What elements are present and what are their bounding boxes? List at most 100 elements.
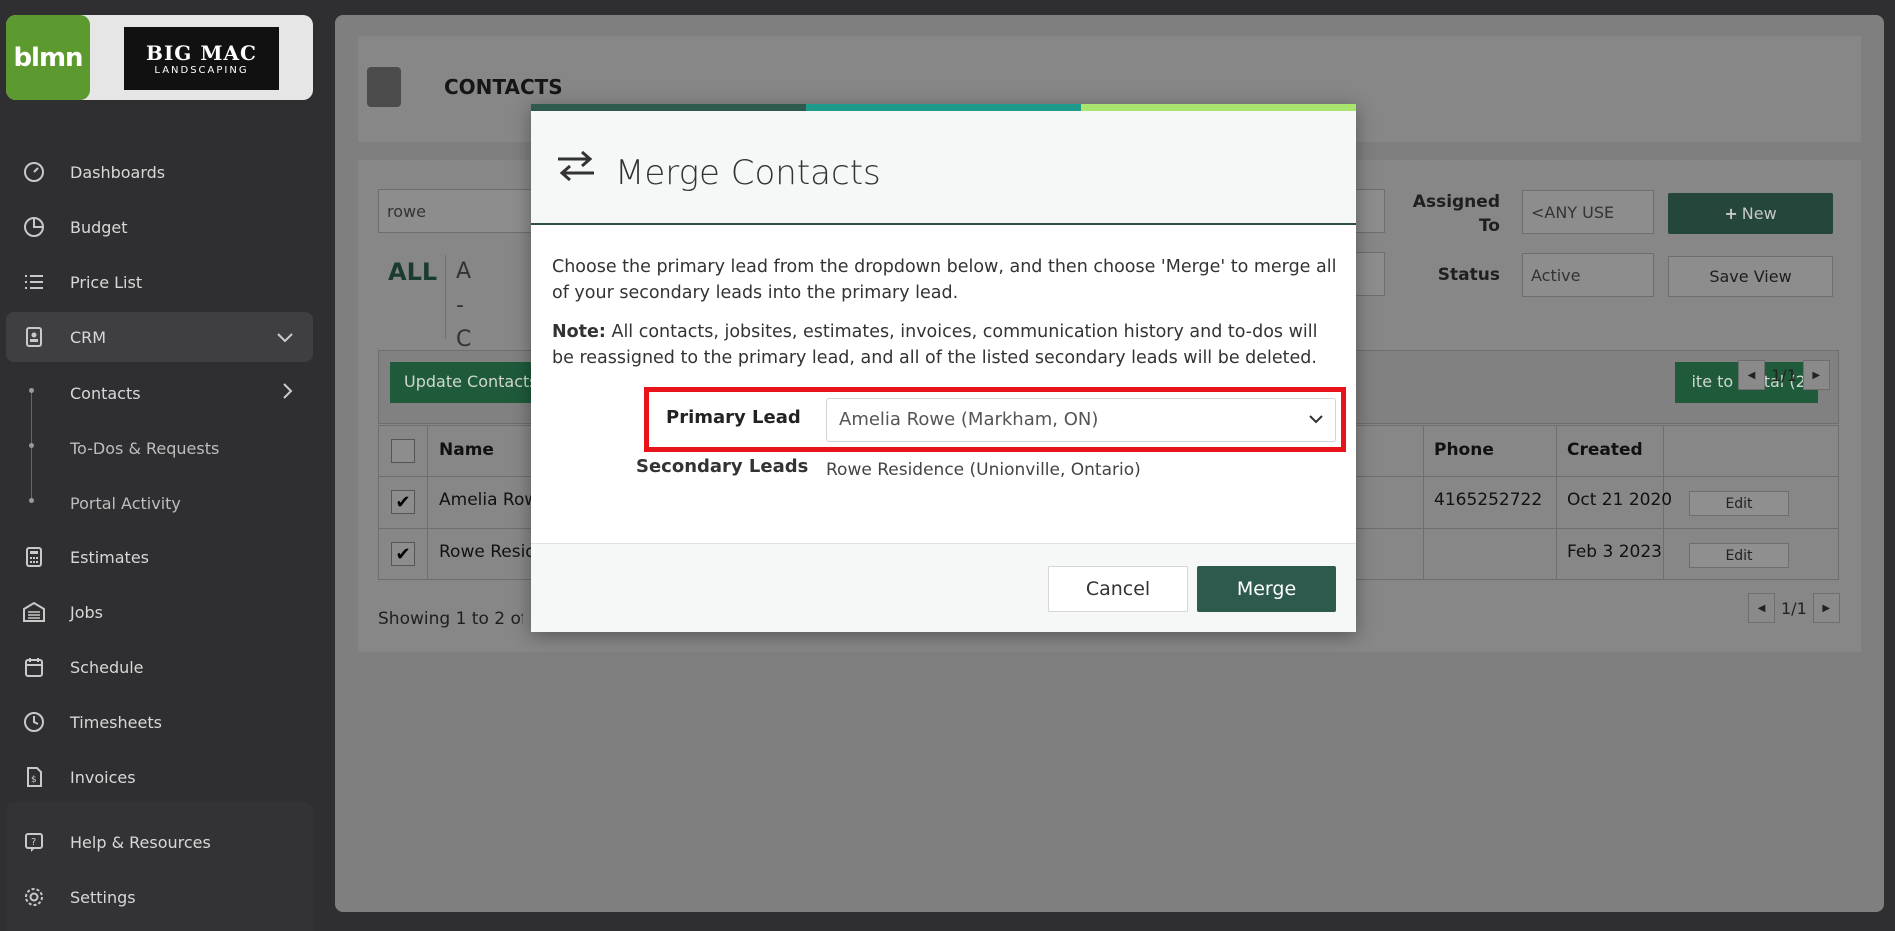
sidebar-item-crm[interactable]: CRM	[6, 312, 313, 362]
modal-header: Merge Contacts	[531, 111, 1356, 225]
chevron-down-icon	[1309, 409, 1323, 428]
next-page-button[interactable]: ▶	[1812, 593, 1840, 623]
primary-lead-label: Primary Lead	[666, 407, 801, 428]
note-text: All contacts, jobsites, estimates, invoi…	[552, 322, 1318, 368]
row-checkbox[interactable]: ✔	[391, 490, 415, 514]
cancel-button[interactable]: Cancel	[1048, 566, 1188, 612]
sidebar-item-estimates[interactable]: Estimates	[6, 532, 313, 582]
app-logo[interactable]: blmn	[6, 15, 90, 100]
sidebar-item-contacts[interactable]: Contacts	[6, 368, 313, 418]
edit-button[interactable]: Edit	[1689, 543, 1789, 568]
merge-button[interactable]: Merge	[1197, 566, 1336, 612]
column-divider	[427, 426, 428, 579]
column-header-name[interactable]: Name	[429, 426, 504, 476]
chevron-down-icon	[277, 328, 293, 347]
sidebar-item-jobs[interactable]: Jobs	[6, 587, 313, 637]
showing-count: Showing 1 to 2 of 2	[378, 609, 523, 629]
pager-text: 1/1	[1781, 598, 1807, 618]
pager-text: 1/1	[1771, 365, 1797, 385]
sidebar-item-dashboards[interactable]: Dashboards	[6, 147, 313, 197]
calendar-icon	[21, 654, 47, 680]
sidebar-item-settings[interactable]: Settings	[6, 872, 313, 922]
sidebar-item-portal-activity[interactable]: Portal Activity	[6, 478, 313, 528]
primary-lead-select[interactable]: Amelia Rowe (Markham, ON)	[826, 398, 1336, 442]
sidebar-item-budget[interactable]: Budget	[6, 202, 313, 252]
page-title: CONTACTS	[444, 75, 563, 99]
sidebar: blmn BIG MAC LANDSCAPING Dashboards Budg…	[0, 0, 326, 931]
sidebar-item-label: Budget	[70, 217, 128, 237]
pager-bottom: ◀ 1/1 ▶	[1748, 593, 1840, 623]
svg-text:$: $	[31, 775, 37, 785]
assigned-to-select[interactable]: <ANY USE	[1522, 190, 1654, 234]
contact-card-icon	[21, 324, 47, 350]
gear-icon	[21, 884, 47, 910]
sidebar-item-schedule[interactable]: Schedule	[6, 642, 313, 692]
sidebar-item-label: Jobs	[70, 602, 103, 622]
sidebar-item-label: Help & Resources	[70, 832, 211, 852]
sidebar-item-label: Settings	[70, 887, 136, 907]
logo-area: blmn BIG MAC LANDSCAPING	[6, 15, 313, 100]
table-row-phone: 4165252722	[1434, 490, 1543, 510]
pager-top: ◀ 1/1 ▶	[1738, 360, 1830, 390]
contacts-page-icon	[367, 67, 401, 107]
status-select[interactable]: Active	[1522, 253, 1654, 297]
new-button-label: New	[1741, 204, 1777, 223]
note-label: Note:	[552, 322, 606, 342]
plus-icon: +	[1724, 204, 1738, 223]
next-page-button[interactable]: ▶	[1802, 360, 1830, 390]
company-logo-line2: LANDSCAPING	[154, 65, 249, 76]
sidebar-item-price-list[interactable]: Price List	[6, 257, 313, 307]
primary-lead-value: Amelia Rowe (Markham, ON)	[839, 409, 1099, 430]
sidebar-item-label: Invoices	[70, 767, 136, 787]
merge-contacts-modal: Merge Contacts Choose the primary lead f…	[531, 104, 1356, 632]
clock-icon	[21, 709, 47, 735]
help-icon: ?	[21, 829, 47, 855]
prev-page-button[interactable]: ◀	[1748, 593, 1775, 623]
sidebar-item-label: CRM	[70, 327, 107, 347]
sidebar-item-label: Portal Activity	[70, 493, 181, 513]
secondary-leads-value: Rowe Residence (Unionville, Ontario)	[826, 460, 1141, 480]
company-logo-line1: BIG MAC	[146, 41, 257, 65]
table-row-created: Oct 21 2020	[1567, 490, 1673, 510]
sidebar-item-timesheets[interactable]: Timesheets	[6, 697, 313, 747]
sidebar-item-todos[interactable]: To-Dos & Requests	[6, 423, 313, 473]
sidebar-item-label: Estimates	[70, 547, 150, 567]
chevron-right-icon	[283, 383, 293, 403]
color-bar-segment	[531, 104, 806, 111]
column-header-created[interactable]: Created	[1557, 426, 1653, 476]
sidebar-item-label: Schedule	[70, 657, 144, 677]
edit-button[interactable]: Edit	[1689, 491, 1789, 516]
color-bar-segment	[1081, 104, 1356, 111]
garage-icon	[21, 599, 47, 625]
status-label: Status	[1437, 265, 1500, 285]
list-icon	[21, 269, 47, 295]
calculator-icon	[21, 544, 47, 570]
secondary-leads-label: Secondary Leads	[636, 456, 809, 477]
modal-color-bar	[531, 104, 1356, 111]
new-contact-button[interactable]: + New	[1668, 193, 1833, 234]
sidebar-item-label: Contacts	[70, 383, 141, 403]
modal-title: Merge Contacts	[615, 153, 881, 193]
sidebar-item-invoices[interactable]: $ Invoices	[6, 752, 313, 802]
row-checkbox[interactable]: ✔	[391, 542, 415, 566]
company-logo: BIG MAC LANDSCAPING	[124, 27, 279, 90]
column-header-phone[interactable]: Phone	[1424, 426, 1504, 476]
select-all-checkbox[interactable]	[391, 439, 415, 463]
gauge-icon	[21, 159, 47, 185]
alpha-filter-all[interactable]: ALL	[388, 258, 437, 286]
pie-chart-icon	[21, 214, 47, 240]
merge-instructions: Choose the primary lead from the dropdow…	[552, 257, 1337, 303]
invoice-icon: $	[21, 764, 47, 790]
update-contacts-button[interactable]: Update Contacts	[390, 362, 535, 403]
merge-note: Note: All contacts, jobsites, estimates,…	[552, 319, 1342, 371]
alpha-filter-a-c[interactable]: A - C	[445, 255, 485, 352]
sidebar-item-help[interactable]: ? Help & Resources	[6, 817, 313, 867]
sidebar-item-label: Dashboards	[70, 162, 166, 182]
sidebar-item-label: Price List	[70, 272, 143, 292]
save-view-button[interactable]: Save View	[1668, 256, 1833, 297]
svg-text:?: ?	[31, 837, 36, 848]
table-row-name[interactable]: Rowe Resid	[439, 542, 536, 562]
table-row-created: Feb 3 2023	[1567, 542, 1662, 562]
sidebar-item-label: To-Dos & Requests	[70, 438, 220, 458]
prev-page-button[interactable]: ◀	[1738, 360, 1765, 390]
